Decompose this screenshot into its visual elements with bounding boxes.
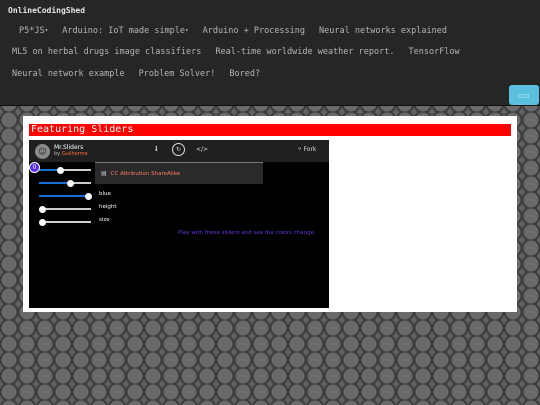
license-popup: ▤ CC Attribution ShareAlike <box>95 162 263 184</box>
slider-thumb[interactable] <box>57 167 64 174</box>
cursor-indicator: 0 <box>29 162 40 173</box>
slider-label: blue <box>99 191 111 197</box>
slider-red[interactable] <box>39 167 91 174</box>
nav-item-bored[interactable]: Bored? <box>229 69 260 79</box>
sketch-embed[interactable]: ☺ Mr.Sliders by Guilherme ℹ ↻ </> ⑂ Fork… <box>29 140 329 308</box>
nav-row-3: Neural network example Problem Solver! B… <box>12 69 274 79</box>
chevron-down-icon: ▾ <box>185 27 189 34</box>
slider-row-size: size <box>29 216 329 229</box>
content-panel: Featuring Sliders ☺ Mr.Sliders by Guilhe… <box>23 116 517 312</box>
slider-label: size <box>99 217 110 223</box>
nav-item-ml5[interactable]: ML5 on herbal drugs image classifiers <box>12 47 201 57</box>
info-icon[interactable]: ℹ <box>155 145 158 153</box>
fork-button[interactable]: ⑂ Fork <box>298 146 316 153</box>
license-link[interactable]: CC Attribution ShareAlike <box>111 171 181 177</box>
site-brand[interactable]: OnlineCodingShed <box>8 6 85 15</box>
chevron-down-icon: ▾ <box>44 27 49 34</box>
slider-thumb[interactable] <box>67 180 74 187</box>
nav-item-neural-example[interactable]: Neural network example <box>12 69 125 79</box>
slider-height[interactable] <box>39 206 91 213</box>
nav-toggle-button[interactable]: ☐☐ <box>509 85 539 105</box>
slider-blue[interactable] <box>39 193 92 200</box>
slider-thumb[interactable] <box>39 219 46 226</box>
slider-size[interactable] <box>39 219 91 226</box>
sketch-hint-text: Play with these sliders and see the colo… <box>178 230 316 236</box>
restart-icon[interactable]: ↻ <box>172 143 185 156</box>
slider-green[interactable] <box>39 180 91 187</box>
nav-item-weather[interactable]: Real-time worldwide weather report. <box>215 47 394 57</box>
sketch-name[interactable]: Mr.Sliders <box>54 144 88 151</box>
nav-item-neural-networks[interactable]: Neural networks explained <box>319 26 447 36</box>
fork-icon: ⑂ <box>298 146 302 153</box>
slider-row-height: height <box>29 203 329 216</box>
slider-label: height <box>99 204 117 210</box>
page-title: Featuring Sliders <box>29 124 511 136</box>
avatar[interactable]: ☺ <box>35 143 50 159</box>
document-icon: ▤ <box>101 170 107 177</box>
nav-row-2: ML5 on herbal drugs image classifiers Re… <box>12 47 474 57</box>
sketch-meta: Mr.Sliders by Guilherme <box>54 144 88 158</box>
embed-toolbar: ☺ Mr.Sliders by Guilherme ℹ ↻ </> ⑂ Fork <box>29 140 329 162</box>
sketch-author[interactable]: Guilherme <box>62 151 88 157</box>
nav-item-arduino-iot[interactable]: Arduino: IoT made simple▾ <box>62 26 188 36</box>
code-icon[interactable]: </> <box>196 146 208 153</box>
slider-row-blue: blue <box>29 190 329 203</box>
nav-item-tensorflow[interactable]: TensorFlow <box>408 47 459 57</box>
sketch-byline: by Guilherme <box>54 151 88 157</box>
menu-icon: ☐☐ <box>518 90 530 100</box>
nav-item-problem-solver[interactable]: Problem Solver! <box>139 69 216 79</box>
top-navbar: OnlineCodingShed P5*JS▾ Arduino: IoT mad… <box>0 0 540 106</box>
nav-item-p5js[interactable]: P5*JS▾ <box>19 26 48 36</box>
slider-thumb[interactable] <box>85 193 92 200</box>
nav-row-1: P5*JS▾ Arduino: IoT made simple▾ Arduino… <box>19 26 461 36</box>
nav-item-arduino-processing[interactable]: Arduino + Processing <box>203 26 305 36</box>
slider-thumb[interactable] <box>39 206 46 213</box>
